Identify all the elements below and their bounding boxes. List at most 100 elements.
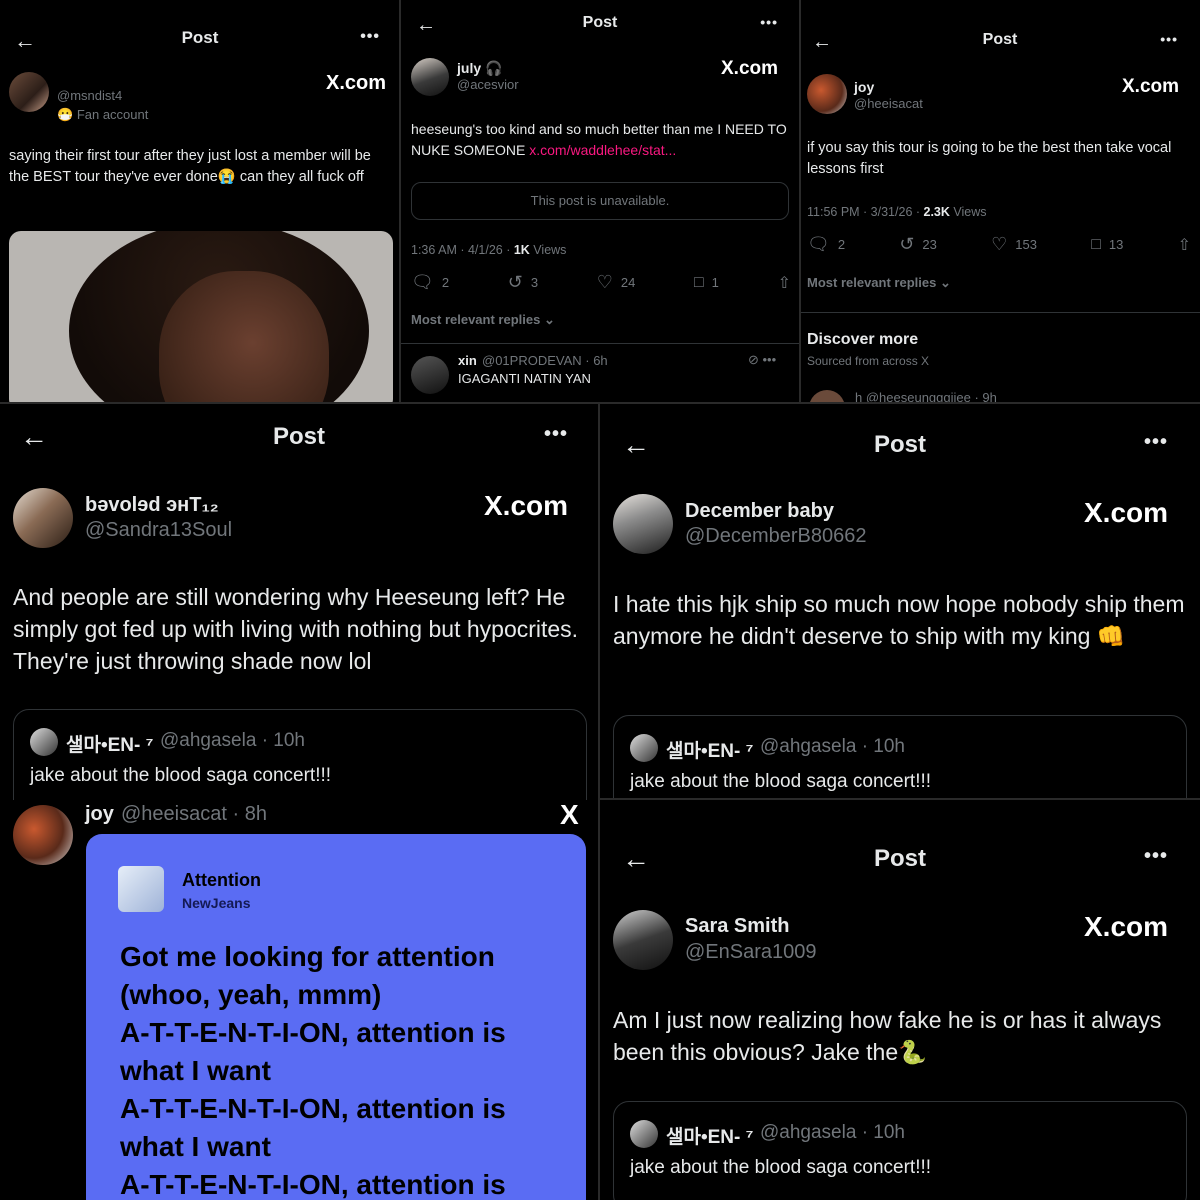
user-handle[interactable]: @Sandra13Soul	[85, 519, 232, 542]
relevant-replies-sort[interactable]: Most relevant replies ⌄	[411, 312, 555, 328]
post-header: ← Post •••	[0, 28, 400, 53]
reply-icon: 🗨	[807, 234, 830, 254]
collage-divider	[399, 0, 401, 403]
collage-divider	[598, 403, 600, 1200]
repost-icon: ↺	[507, 272, 523, 292]
more-options-icon[interactable]: •••	[544, 423, 568, 446]
post-header: ← Post •••	[800, 31, 1200, 53]
post-text: I hate this hjk ship so much now hope no…	[613, 591, 1185, 649]
post-header: ← Post •••	[400, 14, 800, 36]
bookmark-button[interactable]: □ 1	[694, 274, 719, 292]
reply-text: IGAGANTI NATIN YAN	[458, 371, 591, 386]
song-artist: NewJeans	[182, 895, 251, 911]
avatar[interactable]	[13, 805, 73, 865]
user-handle[interactable]: @heeisacat · 8h	[121, 803, 267, 826]
divider	[800, 312, 1200, 313]
post-link[interactable]: x.com/waddlehee/stat...	[529, 142, 676, 158]
user-handle[interactable]: @DecemberB80662	[685, 525, 867, 548]
action-bar: 🗨 2 ↺ 23 ♡ 153 □ 13 ⇧	[807, 234, 1191, 255]
user-name[interactable]: july 🎧	[457, 60, 502, 77]
relevant-replies-sort[interactable]: Most relevant replies ⌄	[807, 275, 951, 291]
lyric-line: Got me looking for attention	[120, 941, 495, 972]
lyric-line: (whoo, yeah, mmm)	[120, 979, 382, 1010]
lyric-line: A-T-T-E-N-T-I-ON, attention is	[120, 1093, 506, 1124]
share-button[interactable]: ⇧	[1178, 235, 1191, 255]
more-options-icon[interactable]: •••	[1160, 31, 1178, 47]
panel-sandra-post: ← Post ••• bəvolɘd энT₁₂ @Sandra13Soul X…	[0, 403, 598, 800]
user-name[interactable]: Sara Smith	[685, 915, 789, 938]
quote-avatar	[30, 728, 58, 756]
reply-handle[interactable]: @01PRODEVAN · 6h	[482, 353, 608, 368]
avatar[interactable]	[613, 494, 673, 554]
lyric-line: A-T-T-E-N-T-I-ON, attention is	[120, 1169, 506, 1200]
collage-divider	[799, 0, 801, 403]
like-button[interactable]: ♡ 153	[991, 234, 1037, 255]
user-handle[interactable]: @msndist4	[57, 88, 122, 103]
mask-icon: 😷	[57, 107, 74, 122]
user-name[interactable]: bəvolɘd энT₁₂	[85, 494, 219, 517]
more-options-icon[interactable]: •••	[1144, 431, 1168, 454]
discover-subtitle: Sourced from across X	[807, 354, 930, 368]
x-logo: X.com	[721, 58, 779, 79]
more-options-icon[interactable]: •••	[360, 28, 380, 46]
more-options-icon[interactable]: •••	[1144, 845, 1168, 868]
quote-name: 샐마•EN- ⁷	[666, 1127, 754, 1148]
bookmark-icon: □	[1091, 235, 1101, 253]
divider	[400, 343, 800, 344]
quoted-post[interactable]: 샐마•EN- ⁷ @ahgasela · 10h jake about the …	[613, 715, 1187, 798]
page-title: Post	[873, 845, 926, 872]
quote-handle: @ahgasela · 10h	[760, 1122, 905, 1143]
share-button[interactable]: ⇧	[778, 273, 791, 293]
reply-more-icon[interactable]: ⊘ •••	[748, 352, 776, 368]
fan-account-badge: 😷 Fan account	[57, 107, 149, 122]
user-name[interactable]: December baby	[685, 500, 834, 523]
user-handle[interactable]: @acesvior	[457, 77, 519, 92]
repost-button[interactable]: ↺ 23	[899, 234, 937, 255]
page-title: Post	[582, 14, 618, 31]
lyric-line: what I want	[120, 1055, 271, 1086]
post-text: heeseung's too kind and so much better t…	[411, 121, 787, 158]
avatar[interactable]	[613, 910, 673, 970]
like-button[interactable]: ♡ 24	[597, 272, 636, 293]
more-options-icon[interactable]: •••	[760, 14, 778, 30]
user-name[interactable]: joy	[85, 803, 114, 826]
collage-divider	[0, 402, 1200, 404]
lyrics-card[interactable]: Attention NewJeans Got me looking for at…	[86, 834, 586, 1200]
quote-name: 샐마•EN- ⁷	[66, 735, 154, 756]
post-text: if you say this tour is going to be the …	[807, 140, 1172, 177]
quote-avatar	[630, 1120, 658, 1148]
page-title: Post	[272, 423, 325, 450]
share-icon: ⇧	[777, 274, 791, 292]
quoted-post[interactable]: 샐마•EN- ⁷ @ahgasela · 10h jake about the …	[13, 709, 587, 800]
bookmark-button[interactable]: □ 13	[1091, 236, 1123, 254]
lyric-line: what I want	[120, 1131, 271, 1162]
avatar[interactable]	[411, 58, 449, 96]
x-logo: X.com	[1084, 497, 1169, 528]
lyrics-text: Got me looking for attention (whoo, yeah…	[120, 938, 570, 1200]
user-handle[interactable]: @EnSara1009	[685, 941, 817, 964]
reply-button[interactable]: 🗨 2	[807, 234, 845, 255]
post-text: And people are still wondering why Heese…	[13, 584, 579, 674]
unavailable-card: This post is unavailable.	[411, 182, 789, 220]
bookmark-icon: □	[694, 273, 704, 291]
post-image[interactable]	[9, 231, 393, 403]
share-icon: ⇧	[1177, 236, 1191, 254]
post-header: ← Post •••	[600, 431, 1200, 461]
panel-sara-smith-post: ← Post ••• Sara Smith @EnSara1009 X.com …	[600, 800, 1200, 1200]
discover-heading: Discover more	[807, 331, 919, 348]
avatar[interactable]	[13, 488, 73, 548]
lyric-line: A-T-T-E-N-T-I-ON, attention is	[120, 1017, 506, 1048]
album-art	[118, 866, 164, 912]
avatar[interactable]	[9, 72, 49, 112]
user-handle[interactable]: @heeisacat	[854, 96, 923, 111]
reply-avatar[interactable]	[411, 356, 449, 394]
collage-divider	[600, 798, 1200, 800]
repost-button[interactable]: ↺ 3	[508, 272, 538, 293]
reply-name[interactable]: xin	[458, 353, 477, 368]
avatar[interactable]	[807, 74, 847, 114]
panel-msndist4-post: ← Post ••• @msndist4 😷 Fan account X.com…	[0, 0, 400, 403]
reply-button[interactable]: 🗨 2	[411, 272, 449, 293]
user-name[interactable]: joy	[854, 79, 874, 95]
panel-december-baby-post: ← Post ••• December baby @DecemberB80662…	[600, 403, 1200, 798]
quoted-post[interactable]: 샐마•EN- ⁷ @ahgasela · 10h jake about the …	[613, 1101, 1187, 1200]
